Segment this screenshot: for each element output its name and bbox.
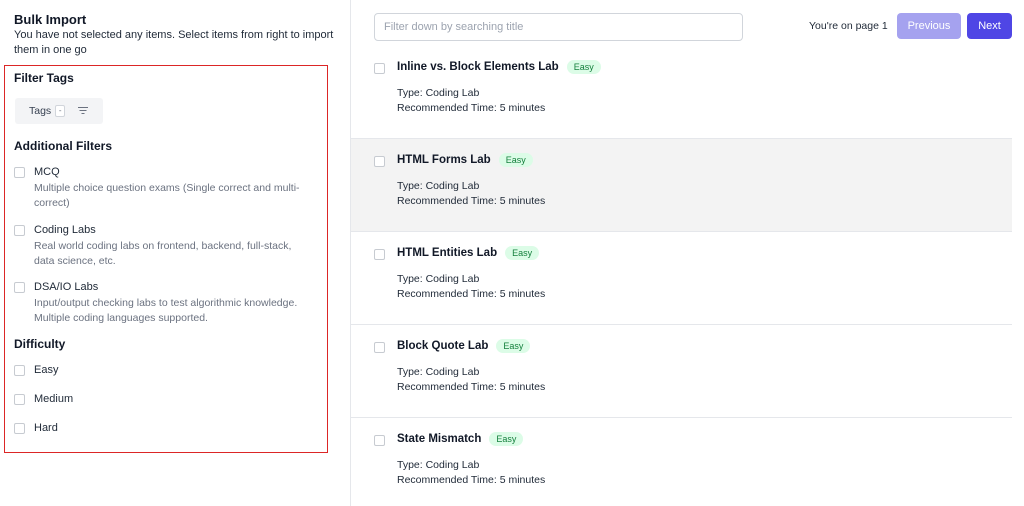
bulk-import-title: Bulk Import <box>14 12 87 27</box>
item-recommended-time: Recommended Time: 5 minutes <box>397 381 546 393</box>
filter-option-mcq[interactable]: MCQ Multiple choice question exams (Sing… <box>14 165 314 211</box>
filter-option-label: Coding Labs <box>34 224 96 236</box>
item-title: HTML Forms Lab <box>397 154 491 166</box>
filter-option-description: Multiple choice question exams (Single c… <box>34 182 300 209</box>
bulk-import-subtitle: You have not selected any items. Select … <box>14 29 334 56</box>
filter-option-label: DSA/IO Labs <box>34 281 99 293</box>
checkbox[interactable] <box>14 365 25 376</box>
item-title: HTML Entities Lab <box>397 247 498 259</box>
item-checkbox[interactable] <box>374 342 385 353</box>
item-checkbox[interactable] <box>374 156 385 167</box>
item-recommended-time: Recommended Time: 5 minutes <box>397 288 546 300</box>
previous-button[interactable]: Previous <box>897 13 961 39</box>
filter-sidebar: Bulk Import You have not selected any it… <box>0 0 350 506</box>
item-title: State Mismatch <box>397 433 482 445</box>
tags-count-badge: - <box>55 105 66 117</box>
search-input[interactable] <box>374 13 743 41</box>
filter-option-description: Input/output checking labs to test algor… <box>34 297 298 324</box>
tags-button-label: Tags <box>29 105 52 117</box>
item-recommended-time: Recommended Time: 5 minutes <box>397 102 546 114</box>
list-item[interactable]: HTML Forms Lab Easy Type: Coding Lab Reco… <box>351 139 1012 232</box>
item-type: Type: Coding Lab <box>397 273 480 285</box>
filter-option-label: MCQ <box>34 166 60 178</box>
additional-filters-heading: Additional Filters <box>14 139 113 153</box>
filter-tags-heading: Filter Tags <box>14 71 74 85</box>
filters-panel: Filter Tags Tags - Additional Filters MC… <box>4 65 328 453</box>
list-item[interactable]: State Mismatch Easy Type: Coding Lab Reco… <box>351 418 1012 506</box>
list-item[interactable]: Block Quote Lab Easy Type: Coding Lab Rec… <box>351 325 1012 418</box>
checkbox[interactable] <box>14 423 25 434</box>
difficulty-badge: Easy <box>566 60 601 74</box>
item-recommended-time: Recommended Time: 5 minutes <box>397 474 546 486</box>
filter-option-coding-labs[interactable]: Coding Labs Real world coding labs on fr… <box>14 223 314 269</box>
page-indicator: You're on page 1 <box>809 20 888 32</box>
next-button[interactable]: Next <box>967 13 1012 39</box>
filter-option-dsa-io-labs[interactable]: DSA/IO Labs Input/output checking labs t… <box>14 280 314 326</box>
item-checkbox[interactable] <box>374 63 385 74</box>
checkbox[interactable] <box>14 225 25 236</box>
difficulty-option-easy[interactable]: Easy <box>14 363 314 378</box>
list-item[interactable]: HTML Entities Lab Easy Type: Coding Lab R… <box>351 232 1012 325</box>
tags-filter-button[interactable]: Tags - <box>15 98 103 124</box>
item-type: Type: Coding Lab <box>397 366 480 378</box>
item-title: Inline vs. Block Elements Lab <box>397 61 559 73</box>
item-checkbox[interactable] <box>374 435 385 446</box>
difficulty-badge: Easy <box>505 246 540 260</box>
list-item[interactable]: Inline vs. Block Elements Lab Easy Type: … <box>351 46 1012 139</box>
difficulty-option-hard[interactable]: Hard <box>14 421 314 436</box>
item-checkbox[interactable] <box>374 249 385 260</box>
difficulty-badge: Easy <box>498 153 533 167</box>
item-recommended-time: Recommended Time: 5 minutes <box>397 195 546 207</box>
item-type: Type: Coding Lab <box>397 87 480 99</box>
difficulty-option-label: Easy <box>34 364 59 376</box>
item-title: Block Quote Lab <box>397 340 489 352</box>
difficulty-badge: Easy <box>489 432 524 446</box>
checkbox[interactable] <box>14 394 25 405</box>
filter-option-description: Real world coding labs on frontend, back… <box>34 240 292 267</box>
difficulty-badge: Easy <box>496 339 531 353</box>
difficulty-option-medium[interactable]: Medium <box>14 392 314 407</box>
difficulty-option-label: Medium <box>34 393 74 405</box>
item-type: Type: Coding Lab <box>397 180 480 192</box>
checkbox[interactable] <box>14 282 25 293</box>
difficulty-heading: Difficulty <box>14 337 66 351</box>
filter-icon <box>77 106 89 116</box>
checkbox[interactable] <box>14 167 25 178</box>
item-type: Type: Coding Lab <box>397 459 480 471</box>
difficulty-option-label: Hard <box>34 422 58 434</box>
